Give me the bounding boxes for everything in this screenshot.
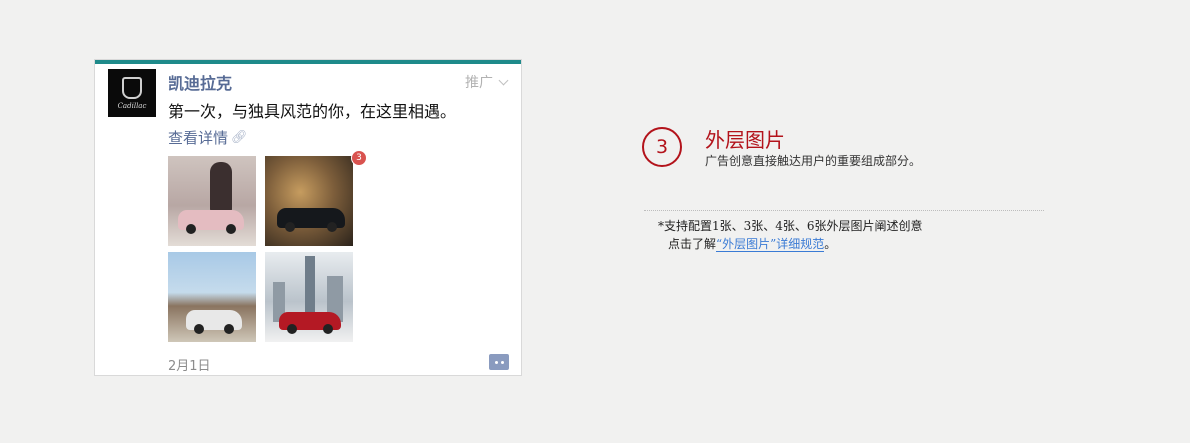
image-thumb-vintage-car[interactable] <box>168 156 256 246</box>
section-description: 广告创意直接触达用户的重要组成部分。 <box>705 154 922 168</box>
red-sedan-icon <box>279 312 341 334</box>
section-title: 外层图片 <box>705 128 785 152</box>
cadillac-crest-icon <box>122 76 142 99</box>
image-thumb-red-sedan[interactable] <box>265 252 353 342</box>
ad-headline: 第一次，与独具风范的你，在这里相遇。 <box>168 102 457 121</box>
link-icon: 🔗︎ <box>231 130 248 145</box>
vintage-car-icon <box>178 210 244 234</box>
image-thumb-white-suv[interactable] <box>168 252 256 342</box>
ad-card: Cadillac 凯迪拉克 推广 第一次，与独具风范的你，在这里相遇。 查看详情… <box>94 59 522 376</box>
person-figure <box>210 162 232 212</box>
image-count-badge: 3 <box>351 150 367 166</box>
link-suffix: 。 <box>824 237 837 251</box>
avatar-brand-text: Cadillac <box>117 101 147 110</box>
section-divider <box>644 210 1044 211</box>
ad-label-dropdown[interactable]: 推广 <box>465 72 509 92</box>
post-date: 2月1日 <box>168 359 211 374</box>
link-prefix: 点击了解 <box>668 237 717 251</box>
view-details-label: 查看详情 <box>168 129 229 147</box>
ad-label-text: 推广 <box>465 75 493 91</box>
view-details-link[interactable]: 查看详情 🔗︎ <box>168 127 248 148</box>
comment-icon[interactable] <box>489 354 509 370</box>
spec-link-line: 点击了解“外层图片”详细规范。 <box>668 235 836 252</box>
white-suv-icon <box>186 310 242 334</box>
image-thumb-black-sedan[interactable] <box>265 156 353 246</box>
avatar[interactable]: Cadillac <box>108 69 156 117</box>
image-count-note: *支持配置1张、3张、4张、6张外层图片阐述创意 <box>658 219 923 233</box>
account-name[interactable]: 凯迪拉克 <box>168 70 232 94</box>
spec-link[interactable]: “外层图片”详细规范 <box>716 237 825 252</box>
step-number: 3 <box>642 127 682 167</box>
black-sedan-icon <box>277 208 345 232</box>
card-accent-bar <box>95 60 521 64</box>
chevron-down-icon <box>498 75 509 85</box>
